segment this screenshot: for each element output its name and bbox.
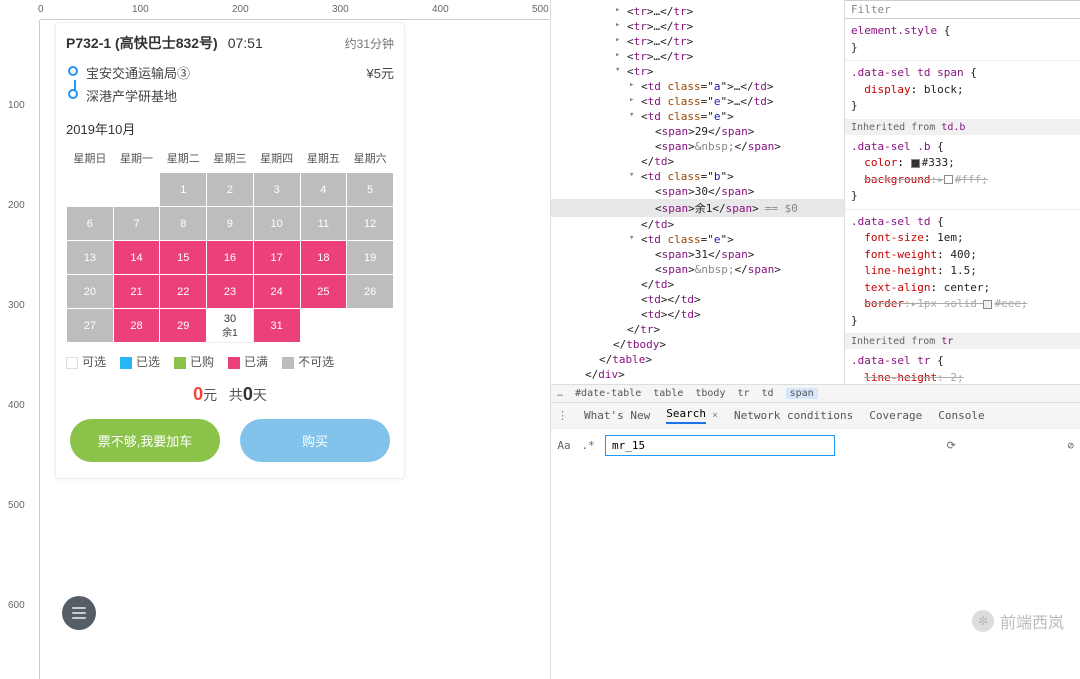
price: ¥5元 bbox=[367, 63, 394, 82]
calendar-cell[interactable]: 25 bbox=[300, 275, 347, 309]
calendar-cell bbox=[113, 173, 160, 207]
calendar-cell: 1 bbox=[160, 173, 207, 207]
search-bar: Aa .* ⟳ ⊘ bbox=[551, 428, 1080, 462]
calendar-cell: 27 bbox=[67, 309, 114, 343]
calendar-table: 星期日星期一星期二星期三星期四星期五星期六 123456789101112131… bbox=[66, 144, 394, 343]
calendar-cell: 7 bbox=[113, 207, 160, 241]
regex-icon[interactable]: .* bbox=[581, 439, 595, 452]
clear-icon[interactable]: ⊘ bbox=[1067, 439, 1074, 452]
booking-card: P732-1 (高快巴士832号) 07:51 约31分钟 宝安交通运输局③ ¥… bbox=[55, 22, 405, 479]
selected-dom-node[interactable]: <span>余1</span>== $0 bbox=[551, 199, 844, 217]
dest-label: 深港产学研基地 bbox=[86, 86, 177, 105]
tab-network-conditions[interactable]: Network conditions bbox=[734, 409, 853, 422]
calendar-cell: 4 bbox=[300, 173, 347, 207]
calendar-cell[interactable]: 22 bbox=[160, 275, 207, 309]
month-label: 2019年10月 bbox=[66, 119, 394, 138]
calendar-cell[interactable]: 29 bbox=[160, 309, 207, 343]
weekday-header: 星期四 bbox=[253, 144, 300, 173]
route-name: P732-1 (高快巴士832号) bbox=[66, 33, 218, 53]
calendar-cell: 20 bbox=[67, 275, 114, 309]
calendar-cell: 10 bbox=[253, 207, 300, 241]
calendar-cell: 9 bbox=[207, 207, 254, 241]
legend: 可选 已选 已购 已满 不可选 bbox=[66, 353, 394, 370]
origin-label: 宝安交通运输局③ bbox=[86, 63, 190, 82]
calendar-cell: 6 bbox=[67, 207, 114, 241]
route-header: P732-1 (高快巴士832号) 07:51 约31分钟 bbox=[66, 33, 394, 53]
calendar-cell bbox=[347, 309, 394, 343]
calendar-cell[interactable]: 31 bbox=[253, 309, 300, 343]
watermark: ✻ 前端西岚 bbox=[972, 609, 1064, 633]
elements-tree[interactable]: ▸<tr>…</tr> ▸<tr>…</tr> ▸<tr>…</tr> ▸<tr… bbox=[551, 0, 845, 384]
ruler-horizontal: 0 100 200 300 400 500 bbox=[40, 0, 550, 20]
wechat-icon: ✻ bbox=[972, 610, 994, 632]
styles-filter[interactable]: Filter bbox=[845, 0, 1080, 19]
calendar-cell[interactable]: 18 bbox=[300, 241, 347, 275]
calendar-cell: 5 bbox=[347, 173, 394, 207]
calendar-cell: 11 bbox=[300, 207, 347, 241]
calendar-cell bbox=[67, 173, 114, 207]
dom-breadcrumb[interactable]: … #date-table table tbody tr td span bbox=[551, 384, 1080, 402]
duration: 约31分钟 bbox=[345, 35, 394, 52]
weekday-header: 星期一 bbox=[113, 144, 160, 173]
calendar-cell[interactable]: 30余1 bbox=[207, 309, 254, 343]
drawer-tabs[interactable]: ⋮ What's New Search× Network conditions … bbox=[551, 402, 1080, 428]
styles-pane[interactable]: Filter element.style {} .data-sel td spa… bbox=[845, 0, 1080, 384]
buy-button[interactable]: 购买 bbox=[240, 419, 390, 462]
match-case-icon[interactable]: Aa bbox=[557, 439, 571, 452]
weekday-header: 星期六 bbox=[347, 144, 394, 173]
close-icon[interactable]: × bbox=[712, 410, 718, 421]
refresh-icon[interactable]: ⟳ bbox=[947, 439, 956, 452]
selection-summary: 0元 共0天 bbox=[66, 384, 394, 405]
calendar-cell: 12 bbox=[347, 207, 394, 241]
tab-console[interactable]: Console bbox=[938, 409, 984, 422]
calendar-cell bbox=[300, 309, 347, 343]
calendar-cell: 2 bbox=[207, 173, 254, 207]
origin-dot-icon bbox=[68, 66, 78, 76]
calendar-cell[interactable]: 16 bbox=[207, 241, 254, 275]
calendar-cell[interactable]: 24 bbox=[253, 275, 300, 309]
weekday-header: 星期三 bbox=[207, 144, 254, 173]
ruler-vertical: 100 200 300 400 500 600 bbox=[0, 20, 40, 679]
calendar-cell: 8 bbox=[160, 207, 207, 241]
calendar-cell[interactable]: 28 bbox=[113, 309, 160, 343]
depart-time: 07:51 bbox=[228, 35, 263, 51]
list-fab[interactable] bbox=[62, 596, 96, 630]
calendar-cell[interactable]: 21 bbox=[113, 275, 160, 309]
tab-search[interactable]: Search bbox=[666, 407, 706, 424]
calendar-cell: 19 bbox=[347, 241, 394, 275]
tab-coverage[interactable]: Coverage bbox=[869, 409, 922, 422]
search-input[interactable] bbox=[605, 435, 835, 456]
tab-whats-new[interactable]: What's New bbox=[584, 409, 650, 422]
stops: 宝安交通运输局③ ¥5元 深港产学研基地 bbox=[66, 63, 394, 105]
calendar-cell[interactable]: 23 bbox=[207, 275, 254, 309]
calendar-cell: 26 bbox=[347, 275, 394, 309]
weekday-header: 星期五 bbox=[300, 144, 347, 173]
request-more-button[interactable]: 票不够,我要加车 bbox=[70, 419, 220, 462]
calendar-cell: 3 bbox=[253, 173, 300, 207]
calendar-cell[interactable]: 14 bbox=[113, 241, 160, 275]
dest-dot-icon bbox=[68, 89, 78, 99]
calendar-cell[interactable]: 15 bbox=[160, 241, 207, 275]
weekday-header: 星期二 bbox=[160, 144, 207, 173]
devtools-panel: ▸<tr>…</tr> ▸<tr>…</tr> ▸<tr>…</tr> ▸<tr… bbox=[550, 0, 1080, 679]
weekday-header: 星期日 bbox=[67, 144, 114, 173]
calendar-cell[interactable]: 17 bbox=[253, 241, 300, 275]
calendar-cell: 13 bbox=[67, 241, 114, 275]
